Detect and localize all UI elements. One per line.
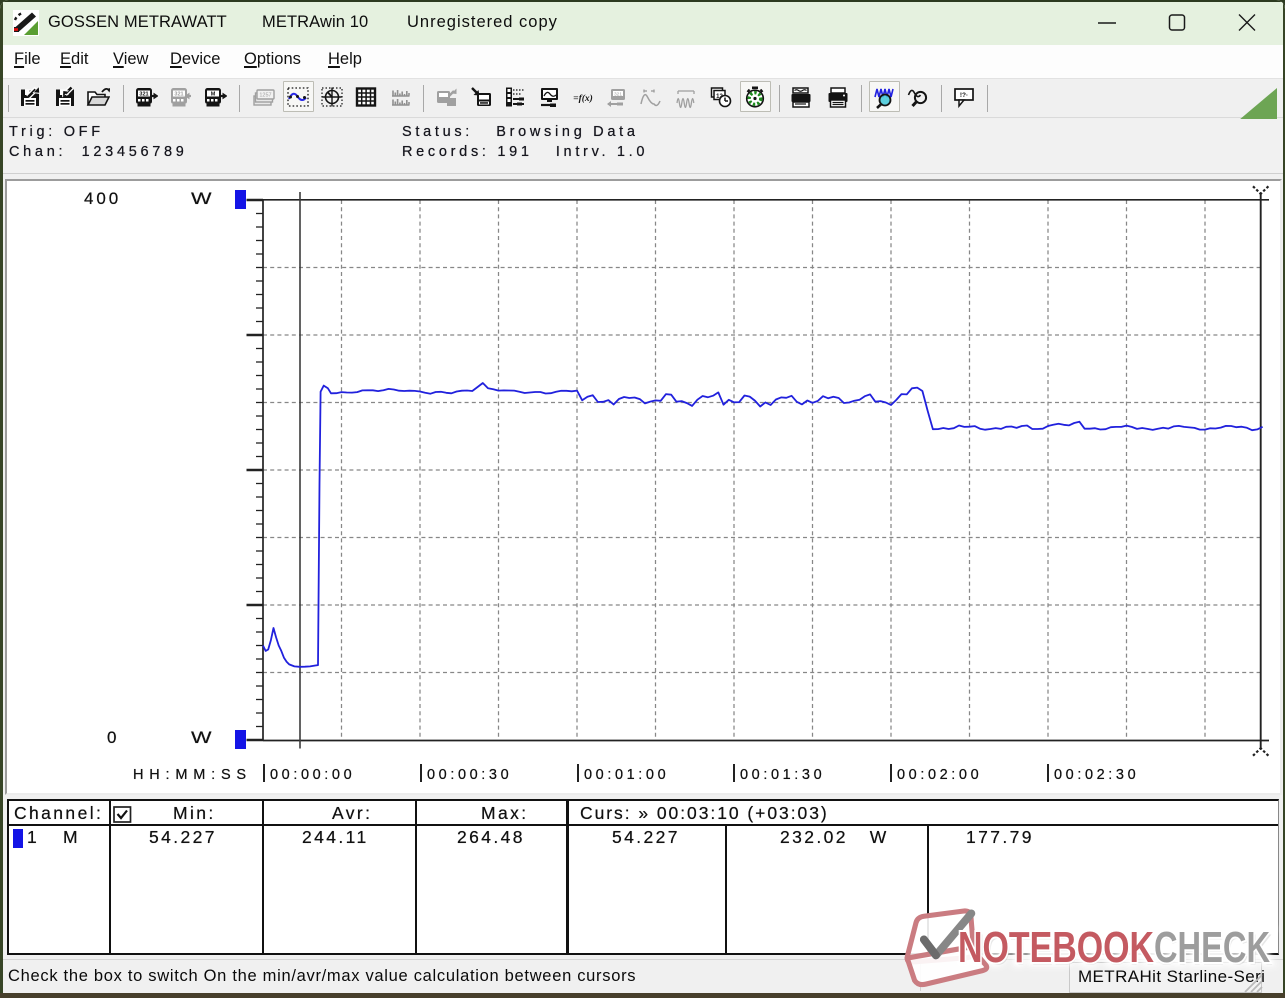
svg-text:CHECK: CHECK bbox=[1154, 923, 1270, 972]
svg-text:NOTEBOOK: NOTEBOOK bbox=[958, 923, 1154, 972]
